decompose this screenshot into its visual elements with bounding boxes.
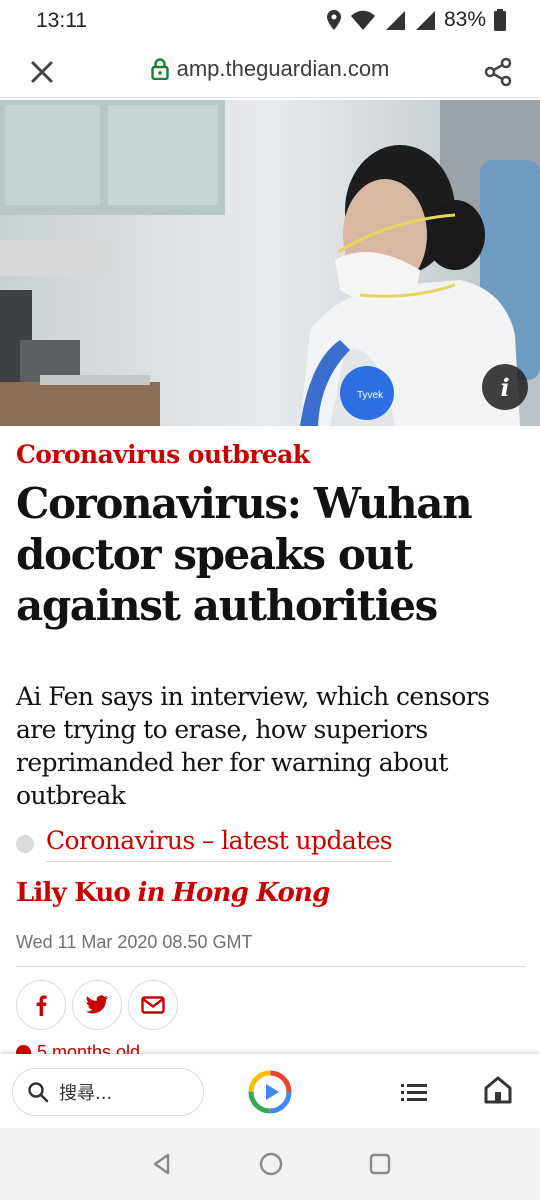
home-icon[interactable] <box>482 1074 514 1106</box>
url-text: amp.theguardian.com <box>176 56 390 81</box>
android-nav-bar <box>0 1128 540 1200</box>
twitter-icon <box>85 995 108 1014</box>
signal-icon <box>385 11 405 30</box>
email-share-button[interactable] <box>128 980 178 1030</box>
google-play-icon[interactable] <box>248 1070 292 1114</box>
headline: Coronavirus: Wuhan doctor speaks out aga… <box>16 479 473 630</box>
byline: Lily Kuo in Hong Kong <box>16 878 330 908</box>
hero-image: Tyvek i <box>0 100 540 426</box>
list-icon[interactable] <box>398 1076 430 1108</box>
search-icon <box>28 1082 49 1103</box>
dateline: Wed 11 Mar 2020 08.50 GMT <box>16 932 253 952</box>
search-placeholder: 搜尋... <box>59 1083 113 1104</box>
related-link[interactable]: Coronavirus – latest updates <box>46 826 393 862</box>
share-row <box>16 980 178 1030</box>
facebook-share-button[interactable] <box>16 980 66 1030</box>
back-icon[interactable] <box>148 1150 176 1178</box>
signal-icon-2 <box>415 11 435 30</box>
battery-percent: 83% <box>443 8 486 31</box>
url-bar: amp.theguardian.com <box>0 44 540 98</box>
byline-in: in <box>137 878 166 908</box>
divider <box>16 966 526 967</box>
email-icon <box>141 996 165 1014</box>
location-icon <box>326 10 341 30</box>
wifi-icon <box>350 10 375 30</box>
lock-icon <box>150 58 169 80</box>
kicker[interactable]: Coronavirus outbreak <box>16 440 310 469</box>
hero-badge-text: Tyvek <box>357 390 384 401</box>
status-bar: 13:11 83% <box>0 0 540 44</box>
google-bottom-bar: 搜尋... <box>0 1054 540 1128</box>
recents-icon[interactable] <box>366 1150 394 1178</box>
circle-home-icon[interactable] <box>257 1150 285 1178</box>
related-link-row[interactable]: Coronavirus – latest updates <box>16 826 393 862</box>
status-icons: 83% <box>326 8 506 32</box>
search-box[interactable]: 搜尋... <box>12 1068 204 1116</box>
hero-photo: Tyvek <box>0 100 540 426</box>
info-icon[interactable]: i <box>482 364 528 410</box>
standfirst: Ai Fen says in interview, which censors … <box>16 682 490 810</box>
twitter-share-button[interactable] <box>72 980 122 1030</box>
byline-place: Hong Kong <box>172 878 330 908</box>
author-link[interactable]: Lily Kuo <box>16 878 131 908</box>
share-icon[interactable] <box>482 56 514 88</box>
facebook-icon <box>36 995 47 1016</box>
url-display[interactable]: amp.theguardian.com <box>0 56 540 82</box>
status-time: 13:11 <box>36 9 87 32</box>
battery-icon <box>494 9 506 31</box>
bullet-dot-icon <box>16 835 34 853</box>
